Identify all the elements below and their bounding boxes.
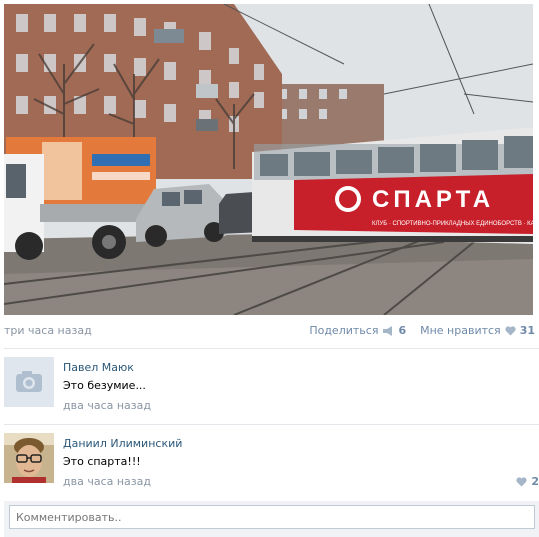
heart-icon: [516, 476, 527, 486]
post-time[interactable]: три часа назад: [4, 324, 92, 337]
comment-time[interactable]: два часа назад: [63, 399, 151, 412]
comment: Павел Маюк Это безумие... два часа назад: [4, 349, 539, 423]
megaphone-icon: [383, 325, 393, 336]
comment-text: Это безумие...: [63, 379, 146, 392]
comment-like-button[interactable]: 2: [516, 475, 539, 488]
comment-like-count: 2: [531, 475, 539, 488]
share-count: 6: [398, 324, 407, 337]
camera-icon: [16, 371, 42, 392]
avatar[interactable]: [4, 357, 54, 407]
photo-sign-text: СПАРТА: [372, 186, 494, 213]
comment-text: Это спарта!!!: [63, 455, 141, 468]
avatar[interactable]: [4, 433, 54, 483]
comment-input[interactable]: [9, 505, 535, 529]
comment-author[interactable]: Даниил Илиминский: [63, 437, 182, 450]
like-count: 31: [519, 324, 535, 337]
comment: Даниил Илиминский Это спарта!!! два часа…: [4, 425, 539, 499]
share-label: Поделиться: [309, 324, 379, 337]
post-meta-row: три часа назад Поделиться 6 Мне нравится…: [4, 322, 535, 340]
post-actions: Поделиться 6 Мне нравится 31: [295, 324, 535, 337]
like-label: Мне нравится: [420, 324, 501, 337]
comment-author[interactable]: Павел Маюк: [63, 361, 134, 374]
svg-text:КЛУБ · СПОРТИВНО-ПРИКЛАДНЫХ ЕД: КЛУБ · СПОРТИВНО-ПРИКЛАДНЫХ ЕДИНОБОРСТВ …: [372, 221, 533, 227]
comment-time[interactable]: два часа назад: [63, 475, 151, 488]
post-photo[interactable]: СПАРТА КЛУБ · СПОРТИВНО-ПРИКЛАДНЫХ ЕДИНО…: [4, 4, 533, 315]
heart-icon: [505, 325, 516, 335]
reply-area: [4, 501, 539, 537]
share-button[interactable]: Поделиться 6: [309, 324, 406, 337]
like-button[interactable]: Мне нравится 31: [420, 324, 535, 337]
